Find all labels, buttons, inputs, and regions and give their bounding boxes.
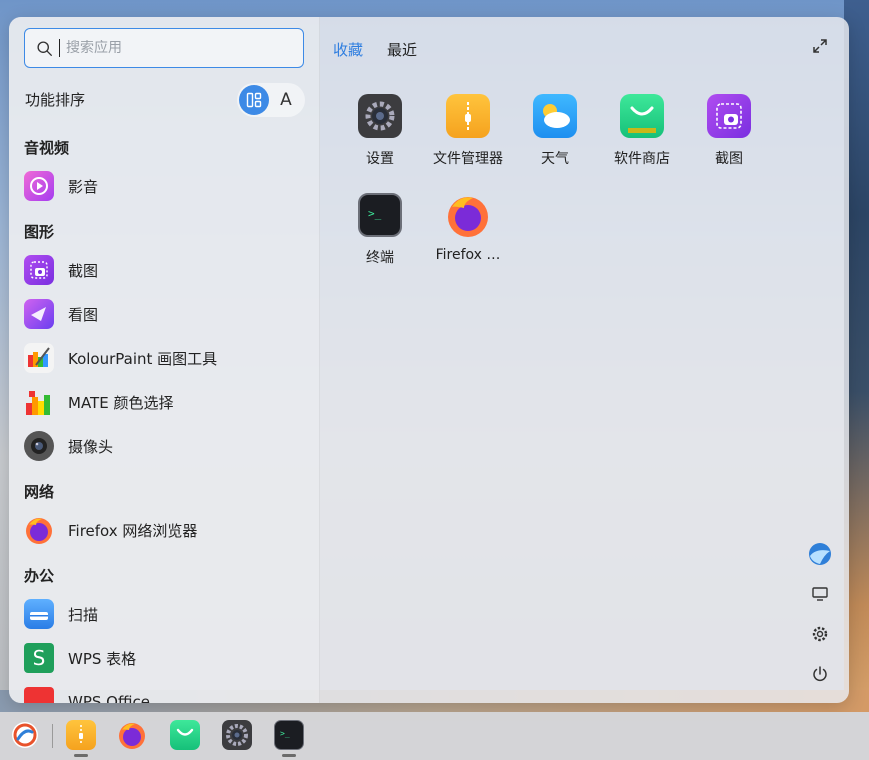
power-icon	[813, 666, 827, 682]
camera-icon	[24, 431, 54, 461]
scanner-icon	[24, 599, 54, 629]
svg-text:>_: >_	[280, 729, 290, 738]
app-label: MATE 颜色选择	[68, 393, 174, 412]
file-manager-icon	[446, 94, 490, 138]
monitor-icon	[812, 587, 828, 601]
app-item[interactable]: 看图	[24, 294, 304, 334]
app-label: 影音	[68, 177, 99, 196]
dock-terminal[interactable]: >_	[274, 720, 304, 750]
software-store-icon	[176, 728, 194, 736]
kolourpaint-icon	[24, 343, 54, 373]
sort-alphabetical-button[interactable]: A	[273, 87, 299, 113]
wps-office-icon	[24, 687, 54, 703]
file-manager-icon	[79, 725, 83, 745]
running-indicator	[282, 754, 296, 757]
screenshot-icon	[707, 94, 751, 138]
favorite-app[interactable]: 截图	[686, 94, 772, 184]
app-label: 看图	[68, 305, 99, 324]
tab-recent[interactable]: 最近	[387, 39, 417, 60]
app-label: 截图	[68, 261, 99, 280]
app-label: KolourPaint 画图工具	[68, 349, 218, 368]
dock-firefox[interactable]	[117, 720, 147, 750]
user-avatar-button[interactable]	[800, 534, 840, 574]
dock: >_	[0, 712, 869, 760]
svg-text:S: S	[33, 646, 46, 670]
search-box[interactable]	[24, 28, 304, 68]
dock-separator	[52, 724, 53, 748]
search-icon	[37, 40, 52, 56]
category-title: 网络	[24, 483, 55, 501]
app-item[interactable]: Firefox 网络浏览器	[24, 510, 304, 550]
sort-toggle: A	[237, 83, 305, 117]
sort-label: 功能排序	[25, 91, 86, 109]
app-label: 设置	[366, 151, 394, 167]
category-grid-icon	[246, 92, 262, 108]
user-avatar-icon	[809, 543, 831, 565]
terminal-icon: >_	[280, 729, 290, 738]
power-button[interactable]	[800, 654, 840, 694]
color-picker-icon	[24, 387, 54, 417]
sort-row: 功能排序 A	[25, 83, 305, 117]
app-label: Firefox 网络浏览器	[68, 521, 198, 540]
app-item[interactable]: WPS Office	[24, 682, 304, 703]
app-item[interactable]: S WPS 表格	[24, 638, 304, 678]
app-item[interactable]: KolourPaint 画图工具	[24, 338, 304, 378]
search-input[interactable]	[66, 40, 286, 56]
app-item[interactable]: 扫描	[24, 594, 304, 634]
svg-text:>_: >_	[368, 207, 382, 220]
image-viewer-icon	[24, 299, 54, 329]
system-settings-button[interactable]	[800, 614, 840, 654]
launcher-button[interactable]	[10, 720, 40, 750]
app-label: 终端	[366, 250, 394, 266]
favorite-app[interactable]: Firefox …	[425, 193, 511, 283]
app-label: 天气	[541, 151, 569, 167]
dock-settings[interactable]	[222, 720, 252, 750]
app-label: WPS 表格	[68, 649, 137, 668]
dock-software-store[interactable]	[170, 720, 200, 750]
screenshot-icon	[24, 255, 54, 285]
sort-by-category-button[interactable]	[239, 85, 269, 115]
app-label: 扫描	[68, 605, 99, 624]
dock-file-manager[interactable]	[66, 720, 96, 750]
app-list-pane: 功能排序 A 音视频 影音 图形	[9, 17, 320, 703]
settings-icon	[358, 94, 402, 138]
app-item[interactable]: 影音	[24, 166, 304, 206]
favorite-app[interactable]: 设置	[337, 94, 423, 184]
app-launcher: 功能排序 A 音视频 影音 图形	[9, 17, 849, 703]
expand-icon[interactable]	[811, 37, 829, 55]
gear-icon	[812, 626, 828, 642]
firefox-icon	[446, 193, 490, 237]
app-item[interactable]: MATE 颜色选择	[24, 382, 304, 422]
app-label: WPS Office	[68, 693, 150, 703]
category-title: 图形	[24, 223, 55, 241]
text-caret	[59, 39, 60, 57]
video-player-icon	[24, 171, 54, 201]
weather-icon	[533, 94, 577, 138]
app-label: 文件管理器	[433, 151, 503, 167]
favorite-app[interactable]: 软件商店	[599, 94, 685, 184]
app-item[interactable]: 摄像头	[24, 426, 304, 466]
software-store-icon	[620, 94, 664, 138]
launcher-icon	[12, 722, 38, 748]
settings-icon	[226, 724, 248, 746]
terminal-icon: >_	[358, 193, 402, 237]
app-label: Firefox …	[435, 247, 501, 263]
firefox-icon	[119, 723, 145, 749]
category-title: 办公	[24, 567, 55, 585]
firefox-icon	[24, 515, 54, 545]
wps-spreadsheet-icon: S	[24, 643, 54, 673]
tab-favorites[interactable]: 收藏	[333, 39, 363, 60]
display-settings-button[interactable]	[800, 574, 840, 614]
app-label: 软件商店	[614, 151, 670, 167]
favorite-app[interactable]: 天气	[512, 94, 598, 184]
app-label: 截图	[715, 151, 743, 167]
app-label: 摄像头	[68, 437, 114, 456]
app-item[interactable]: 截图	[24, 250, 304, 290]
running-indicator	[74, 754, 88, 757]
favorite-app[interactable]: 文件管理器	[425, 94, 511, 184]
favorite-app[interactable]: >_ 终端	[337, 193, 423, 283]
category-title: 音视频	[24, 139, 70, 157]
